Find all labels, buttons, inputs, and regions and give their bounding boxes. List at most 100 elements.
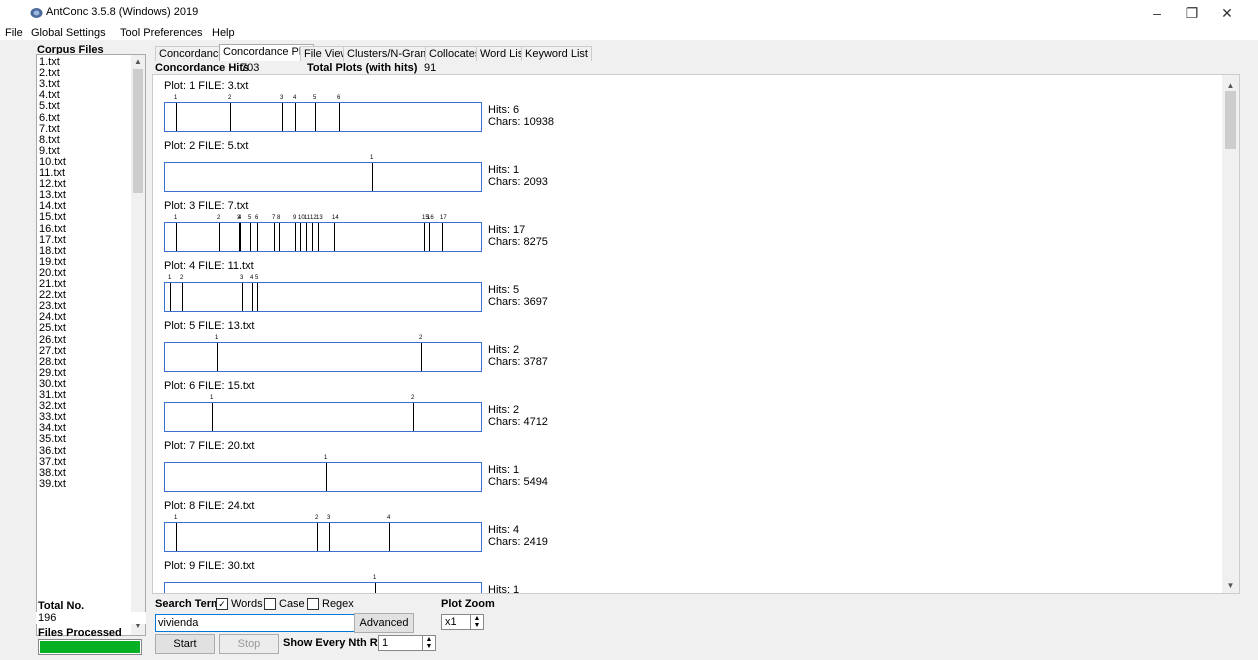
- close-icon[interactable]: ✕: [1207, 4, 1247, 22]
- advanced-button[interactable]: Advanced: [354, 613, 414, 633]
- scroll-up-icon[interactable]: ▲: [1222, 81, 1239, 90]
- plot-label: Plot: 8 FILE: 24.txt: [164, 500, 255, 512]
- nth-row-spinner[interactable]: 1 ▲ ▼: [378, 635, 436, 651]
- file-list-item[interactable]: 39.txt: [39, 478, 66, 490]
- hit-line[interactable]: [212, 403, 213, 431]
- hit-line[interactable]: [326, 463, 327, 491]
- plot-box[interactable]: [164, 402, 482, 432]
- scroll-thumb[interactable]: [133, 69, 143, 193]
- hit-line[interactable]: [219, 223, 220, 251]
- hit-line[interactable]: [240, 223, 241, 251]
- antconc-logo-icon: [30, 8, 43, 18]
- hit-line[interactable]: [429, 223, 430, 251]
- hit-line[interactable]: [306, 223, 307, 251]
- plot-label: Plot: 6 FILE: 15.txt: [164, 380, 255, 392]
- hit-line[interactable]: [176, 223, 177, 251]
- hit-line[interactable]: [424, 223, 425, 251]
- words-checkbox[interactable]: ✓: [216, 598, 228, 610]
- plot-box[interactable]: [164, 162, 482, 192]
- hit-line[interactable]: [230, 103, 231, 131]
- total-plots-value: 91: [424, 62, 437, 74]
- hit-line[interactable]: [282, 103, 283, 131]
- nth-row-value: 1: [382, 637, 389, 649]
- menu-global-settings[interactable]: Global Settings: [31, 27, 106, 39]
- tab-keyword-list[interactable]: Keyword List: [521, 46, 592, 61]
- hit-line[interactable]: [176, 523, 177, 551]
- hit-line[interactable]: [339, 103, 340, 131]
- files-processed-progress: [38, 639, 142, 655]
- plot-hits: Hits: 1: [488, 164, 520, 176]
- file-list-scrollbar[interactable]: ▲ ▼: [131, 55, 145, 635]
- spinner-arrows-icon[interactable]: ▲ ▼: [470, 615, 483, 629]
- plot-label: Plot: 7 FILE: 20.txt: [164, 440, 255, 452]
- search-input[interactable]: [155, 614, 357, 632]
- total-no-value: 196: [36, 612, 146, 624]
- hit-line[interactable]: [334, 223, 335, 251]
- hit-number: 1: [215, 335, 219, 341]
- hit-line[interactable]: [279, 223, 280, 251]
- hit-line[interactable]: [421, 343, 422, 371]
- stop-button[interactable]: Stop: [219, 634, 279, 654]
- hit-line[interactable]: [372, 163, 373, 191]
- hit-line[interactable]: [217, 343, 218, 371]
- spinner-arrows-icon[interactable]: ▲ ▼: [422, 636, 435, 650]
- hit-line[interactable]: [252, 283, 253, 311]
- hit-line[interactable]: [375, 583, 376, 593]
- hit-line[interactable]: [170, 283, 171, 311]
- hit-line[interactable]: [242, 283, 243, 311]
- hit-line[interactable]: [300, 223, 301, 251]
- plot-box[interactable]: [164, 522, 482, 552]
- files-processed-label: Files Processed: [38, 627, 122, 639]
- hit-line[interactable]: [182, 283, 183, 311]
- hit-line[interactable]: [442, 223, 443, 251]
- plot-box[interactable]: [164, 282, 482, 312]
- plot-hits: Hits: 6: [488, 104, 520, 116]
- hit-line[interactable]: [295, 223, 296, 251]
- plot-box[interactable]: [164, 582, 482, 593]
- hit-line[interactable]: [317, 523, 318, 551]
- hit-number: 1: [174, 515, 178, 521]
- plot-box[interactable]: [164, 342, 482, 372]
- hit-number: 4: [250, 275, 254, 281]
- hit-number: 1: [174, 215, 178, 221]
- menu-tool-preferences[interactable]: Tool Preferences: [120, 27, 203, 39]
- scroll-thumb[interactable]: [1225, 91, 1236, 149]
- hit-line[interactable]: [329, 523, 330, 551]
- minimize-icon[interactable]: –: [1137, 4, 1177, 22]
- scroll-up-icon[interactable]: ▲: [131, 57, 145, 66]
- scroll-down-icon[interactable]: ▼: [1222, 581, 1239, 590]
- plot-zoom-spinner[interactable]: x1 ▲ ▼: [441, 614, 484, 630]
- tab-concordance[interactable]: Concordance: [155, 46, 229, 61]
- corpus-file-list[interactable]: ▲ ▼ 1.txt 2.txt 3.txt 4.txt 5.txt 6.txt 7.txt 8…: [36, 54, 146, 636]
- concordance-plot-pane: ▲ ▼ Plot: 1 FILE: 3.txt 1 2 3 4 5 6 Hits: 6 Char…: [152, 74, 1240, 594]
- maximize-icon[interactable]: ❐: [1172, 4, 1212, 22]
- menu-help[interactable]: Help: [212, 27, 235, 39]
- hit-line[interactable]: [389, 523, 390, 551]
- hit-number: 2: [180, 275, 184, 281]
- hit-line[interactable]: [318, 223, 319, 251]
- plot-box[interactable]: [164, 222, 482, 252]
- hit-line[interactable]: [250, 223, 251, 251]
- hit-line[interactable]: [257, 223, 258, 251]
- case-checkbox[interactable]: [264, 598, 276, 610]
- plot-label: Plot: 1 FILE: 3.txt: [164, 80, 249, 92]
- hit-line[interactable]: [295, 103, 296, 131]
- title-bar: AntConc 3.5.8 (Windows) 2019 – ❐ ✕: [0, 0, 1258, 26]
- plot-zoom-value: x1: [445, 616, 457, 628]
- hit-number: 5: [255, 275, 259, 281]
- hit-number: 2: [217, 215, 221, 221]
- plot-box[interactable]: [164, 102, 482, 132]
- hit-line[interactable]: [176, 103, 177, 131]
- hit-line[interactable]: [413, 403, 414, 431]
- menu-file[interactable]: File: [5, 27, 23, 39]
- hit-line[interactable]: [274, 223, 275, 251]
- plot-hits: Hits: 5: [488, 284, 520, 296]
- hit-line[interactable]: [312, 223, 313, 251]
- regex-checkbox[interactable]: [307, 598, 319, 610]
- start-button[interactable]: Start: [155, 634, 215, 654]
- plot-pane-scrollbar[interactable]: ▲ ▼: [1222, 75, 1239, 593]
- plot-label: Plot: 4 FILE: 11.txt: [164, 260, 254, 272]
- plot-box[interactable]: [164, 462, 482, 492]
- hit-line[interactable]: [257, 283, 258, 311]
- hit-line[interactable]: [315, 103, 316, 131]
